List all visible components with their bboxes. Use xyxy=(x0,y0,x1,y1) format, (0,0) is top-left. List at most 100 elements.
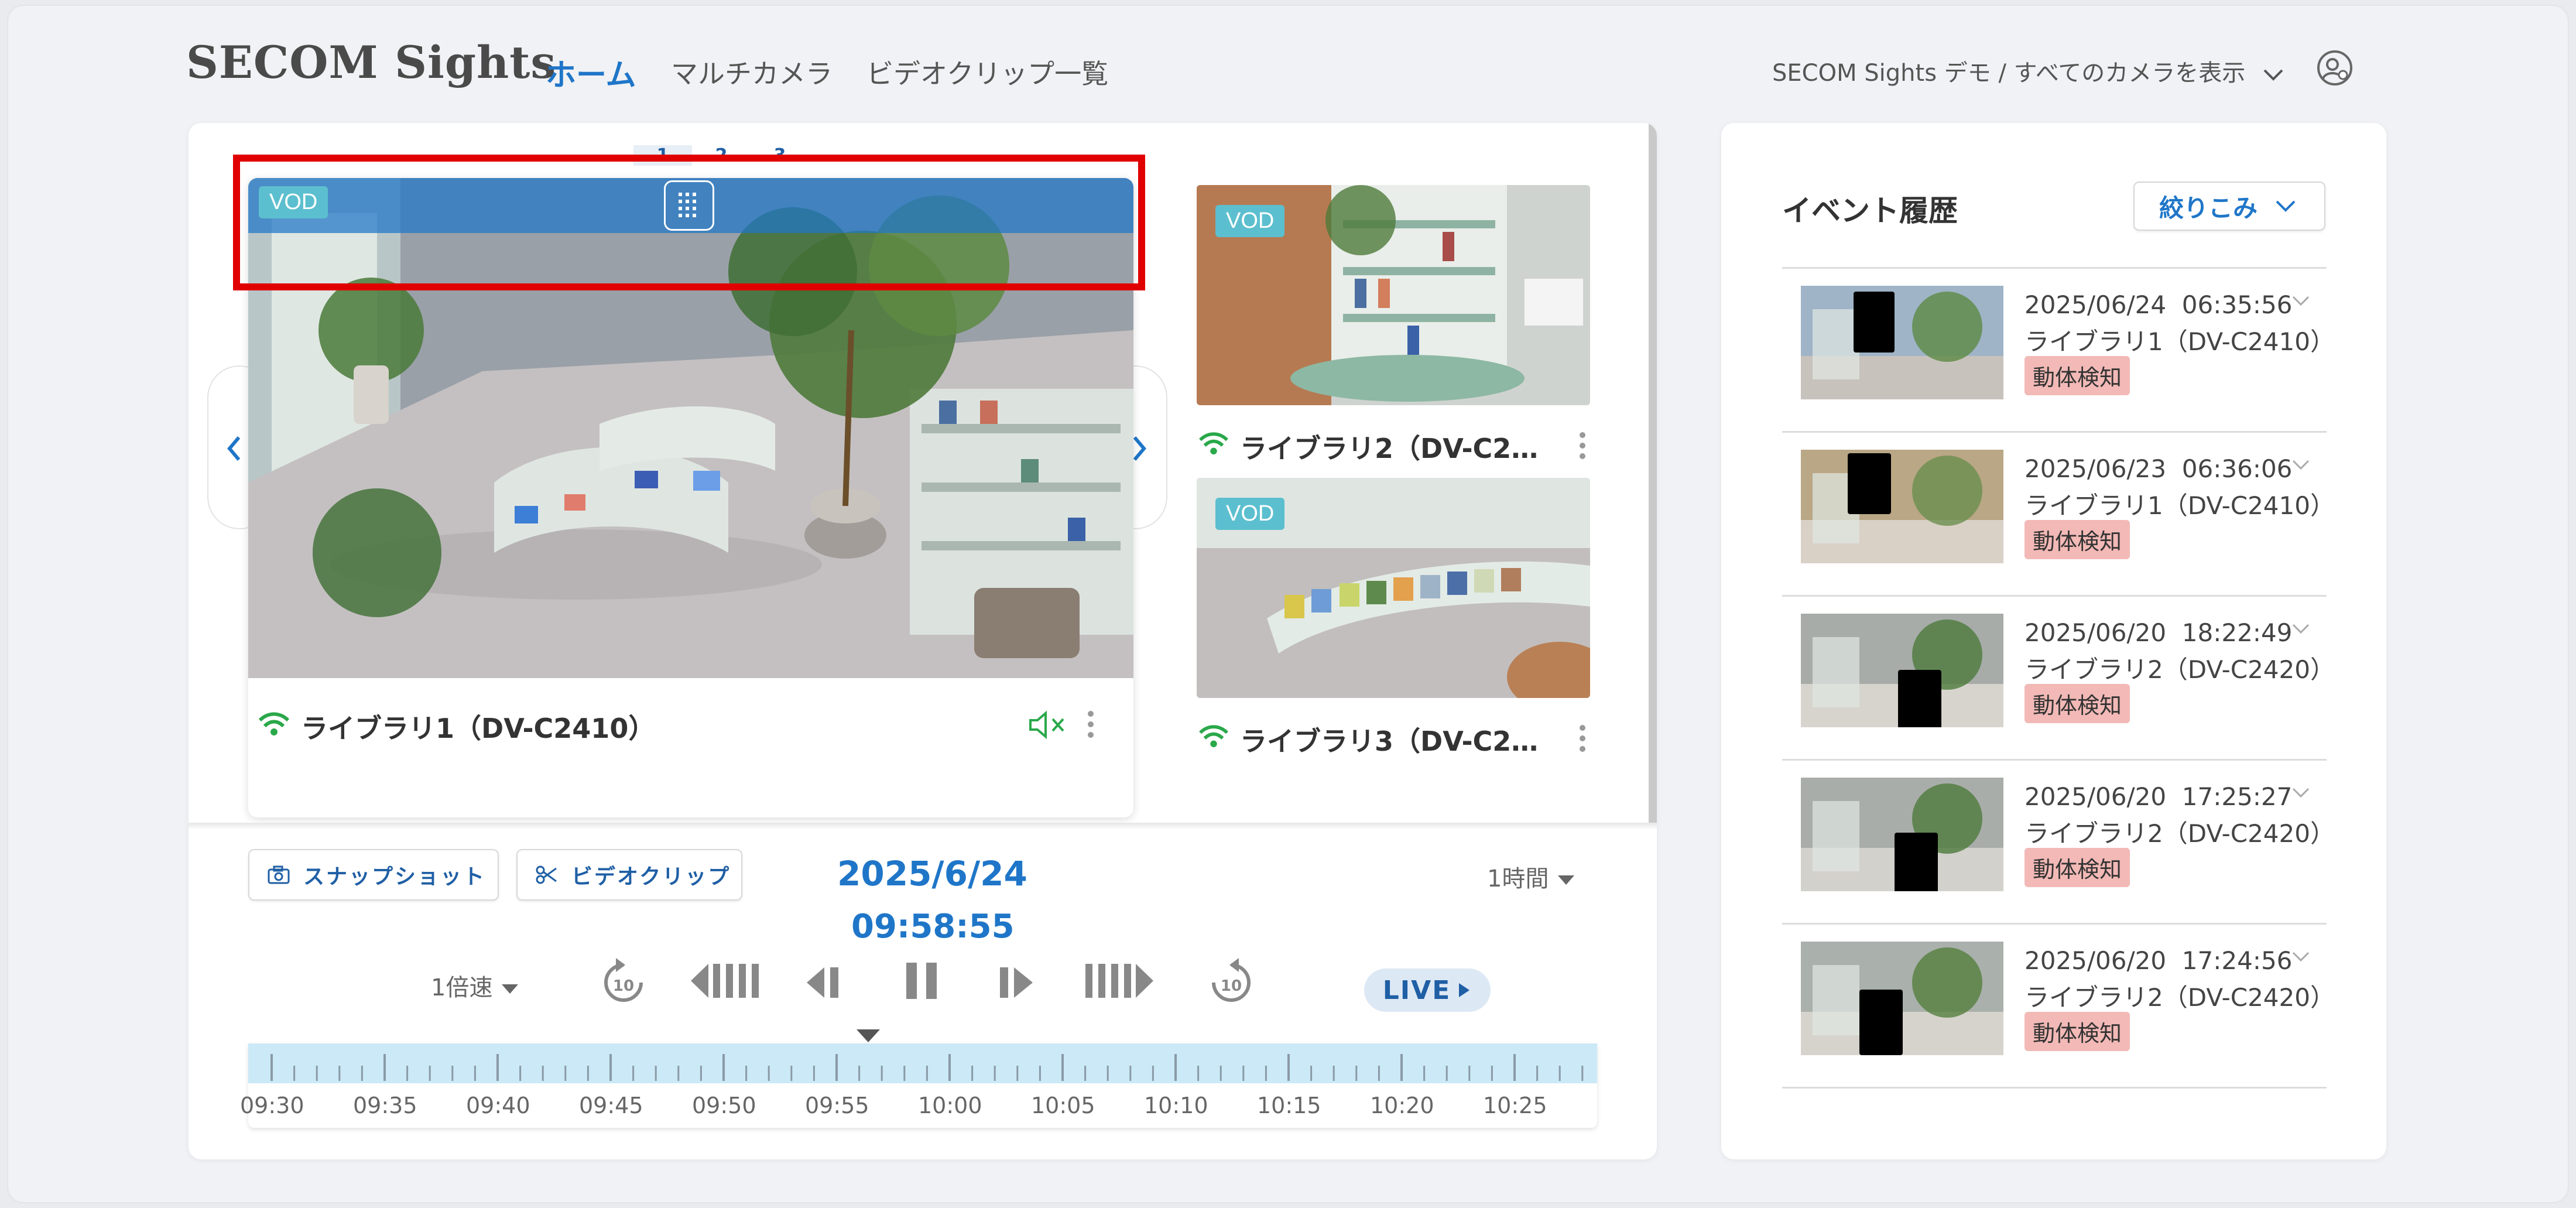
camera-tile-3-feed[interactable]: VOD xyxy=(1197,478,1590,698)
camera-name: ライブラリ2（DV-C2… xyxy=(1240,433,1539,464)
videoclip-button[interactable]: ビデオクリップ xyxy=(516,849,742,901)
viewer-scrollbar[interactable] xyxy=(1649,123,1657,823)
vod-badge: VOD xyxy=(1215,498,1285,530)
timeline-track[interactable] xyxy=(248,1043,1597,1083)
timeline[interactable]: 09:30 09:35 09:40 09:45 09:50 09:55 10:00 10:05… xyxy=(240,1043,1597,1128)
playback-date[interactable]: 2025/6/24 xyxy=(837,854,1027,894)
highlight-annotation xyxy=(233,155,1145,290)
timeline-tick-label: 10:00 xyxy=(918,1093,982,1118)
playhead-marker[interactable] xyxy=(857,1029,880,1042)
timeline-tick-label: 10:15 xyxy=(1257,1093,1321,1118)
speed-select[interactable]: 1倍速 xyxy=(431,969,519,1002)
account-camera-switch[interactable]: SECOM Sights デモ / すべてのカメラを表示 xyxy=(1772,54,2283,88)
logo[interactable]: SECOM Sights xyxy=(186,36,556,88)
speaker-muted-icon[interactable] xyxy=(1027,709,1069,744)
filter-button[interactable]: 絞りこみ xyxy=(2133,182,2325,231)
more-options-icon[interactable] xyxy=(1578,725,1587,757)
nav-home[interactable]: ホーム xyxy=(546,50,636,94)
playback-time: 09:58:55 xyxy=(851,908,1015,946)
camera-tile-2-feed[interactable]: VOD xyxy=(1197,185,1590,405)
redacted-region xyxy=(1895,833,1938,891)
more-options-icon[interactable] xyxy=(1578,432,1587,464)
timeline-ticks xyxy=(270,1054,1584,1081)
event-tag: 動体検知 xyxy=(2025,848,2130,887)
chevron-down-icon xyxy=(2276,200,2296,212)
event-item[interactable]: 2025/06/20 17:25:27 ライブラリ2（DV-C2420） 動体検知 xyxy=(1782,760,2335,924)
event-item[interactable]: 2025/06/24 06:35:56 ライブラリ1（DV-C2410） 動体検知 xyxy=(1782,268,2335,432)
svg-text:10: 10 xyxy=(1221,977,1242,995)
signal-strength-icon xyxy=(258,711,290,739)
speed-select-label: 1倍速 xyxy=(431,974,493,1001)
more-options-icon[interactable] xyxy=(1087,711,1095,742)
event-thumbnail[interactable] xyxy=(1801,942,2003,1055)
skip-back-large-icon[interactable] xyxy=(690,960,760,1004)
event-datetime: 2025/06/23 06:36:06 xyxy=(2025,454,2293,483)
timeline-tick-label: 10:10 xyxy=(1144,1093,1208,1118)
signal-strength-icon xyxy=(1198,724,1229,751)
signal-strength-icon xyxy=(1198,431,1229,458)
timeline-tick-label: 09:35 xyxy=(353,1093,417,1118)
redacted-region xyxy=(1859,990,1903,1055)
forward-10-icon[interactable]: 10 xyxy=(1206,953,1256,1012)
vod-badge: VOD xyxy=(1215,205,1285,237)
rewind-10-icon[interactable]: 10 xyxy=(598,953,649,1012)
event-history-panel: イベント履歴 絞りこみ 2025/06/24 06:35:56 ライブラリ1（DV… xyxy=(1721,123,2386,1159)
chevron-down-icon[interactable] xyxy=(2291,295,2310,309)
timeline-tick-label: 10:05 xyxy=(1031,1093,1095,1118)
play-icon xyxy=(1459,983,1470,997)
event-thumbnail[interactable] xyxy=(1801,614,2003,727)
live-label: LIVE xyxy=(1382,975,1451,1005)
videoclip-label: ビデオクリップ xyxy=(571,865,731,889)
user-settings-icon[interactable] xyxy=(2316,49,2354,87)
caret-down-icon xyxy=(502,984,519,994)
chevron-down-icon[interactable] xyxy=(2291,951,2310,965)
pause-icon[interactable] xyxy=(904,960,939,1004)
chevron-down-icon xyxy=(2263,60,2283,87)
camera-icon xyxy=(268,865,290,884)
event-datetime: 2025/06/24 06:35:56 xyxy=(2025,290,2293,319)
chevron-down-icon[interactable] xyxy=(2291,623,2310,637)
event-camera: ライブラリ2（DV-C2420） xyxy=(2025,655,2335,684)
timeline-tick-label: 09:55 xyxy=(805,1093,869,1118)
snapshot-button[interactable]: スナップショット xyxy=(248,849,499,901)
event-thumbnail[interactable] xyxy=(1801,286,2003,399)
event-datetime: 2025/06/20 17:25:27 xyxy=(2025,782,2293,811)
nav-multicamera[interactable]: マルチカメラ xyxy=(671,53,833,91)
event-datetime: 2025/06/20 18:22:49 xyxy=(2025,618,2293,647)
live-button[interactable]: LIVE xyxy=(1364,969,1491,1012)
nav-videoclip-list[interactable]: ビデオクリップ一覧 xyxy=(866,53,1108,91)
event-item[interactable]: 2025/06/20 18:22:49 ライブラリ2（DV-C2420） 動体検知 xyxy=(1782,596,2335,760)
range-select[interactable]: 1時間 xyxy=(1487,860,1575,894)
caret-down-icon xyxy=(1558,875,1575,885)
filter-label: 絞りこみ xyxy=(2159,193,2258,223)
event-camera: ライブラリ2（DV-C2420） xyxy=(2025,983,2335,1012)
event-item[interactable]: 2025/06/20 17:24:56 ライブラリ2（DV-C2420） 動体検知 xyxy=(1782,924,2335,1088)
chevron-down-icon[interactable] xyxy=(2291,459,2310,473)
event-camera: ライブラリ1（DV-C2410） xyxy=(2025,327,2335,356)
scissors-icon xyxy=(536,865,557,884)
redacted-region xyxy=(1848,453,1891,514)
range-select-label: 1時間 xyxy=(1487,865,1549,892)
event-thumbnail[interactable] xyxy=(1801,778,2003,891)
camera-name: ライブラリ3（DV-C2… xyxy=(1240,726,1539,757)
event-camera: ライブラリ1（DV-C2410） xyxy=(2025,491,2335,520)
event-item[interactable]: 2025/06/23 06:36:06 ライブラリ1（DV-C2410） 動体検知 xyxy=(1782,432,2335,596)
event-tag: 動体検知 xyxy=(2025,1012,2130,1051)
divider xyxy=(189,823,1657,830)
svg-text:10: 10 xyxy=(613,977,634,995)
redacted-region xyxy=(1854,292,1895,353)
event-datetime: 2025/06/20 17:24:56 xyxy=(2025,946,2293,975)
account-switch-label: SECOM Sights デモ / すべてのカメラを表示 xyxy=(1772,60,2246,87)
timeline-tick-label: 09:40 xyxy=(466,1093,530,1118)
redacted-region xyxy=(1898,670,1941,727)
event-tag: 動体検知 xyxy=(2025,520,2130,559)
snapshot-label: スナップショット xyxy=(303,865,487,889)
frame-forward-icon[interactable] xyxy=(996,965,1037,1002)
camera-name: ライブラリ1（DV-C2410） xyxy=(301,713,656,744)
frame-back-icon[interactable] xyxy=(803,965,844,1002)
event-separator xyxy=(1782,1087,2327,1089)
event-thumbnail[interactable] xyxy=(1801,450,2003,563)
timeline-tick-label: 09:45 xyxy=(579,1093,643,1118)
skip-forward-large-icon[interactable] xyxy=(1084,960,1155,1004)
chevron-down-icon[interactable] xyxy=(2291,787,2310,801)
